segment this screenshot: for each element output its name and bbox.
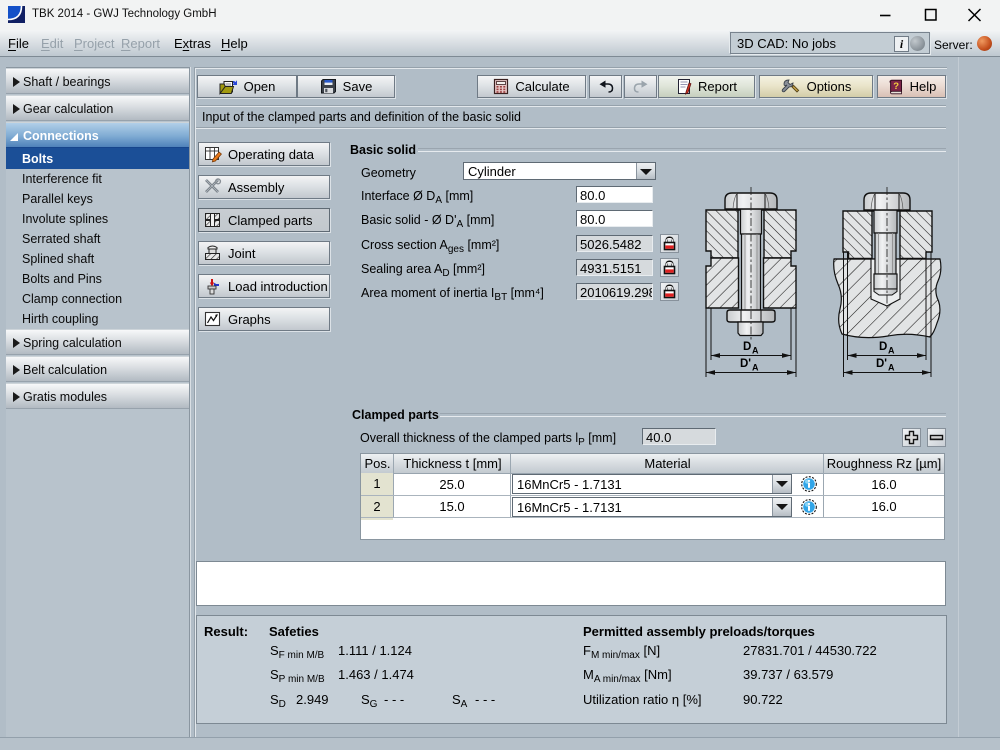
svg-text:?: ? <box>893 81 899 92</box>
svg-text:A: A <box>888 363 895 373</box>
svg-text:D': D' <box>876 358 887 370</box>
svg-text:A: A <box>752 363 759 373</box>
svg-text:D: D <box>879 341 887 353</box>
svg-text:D': D' <box>740 358 751 370</box>
svg-text:A: A <box>752 346 759 356</box>
svg-text:D: D <box>743 341 751 353</box>
svg-text:A: A <box>888 346 895 356</box>
